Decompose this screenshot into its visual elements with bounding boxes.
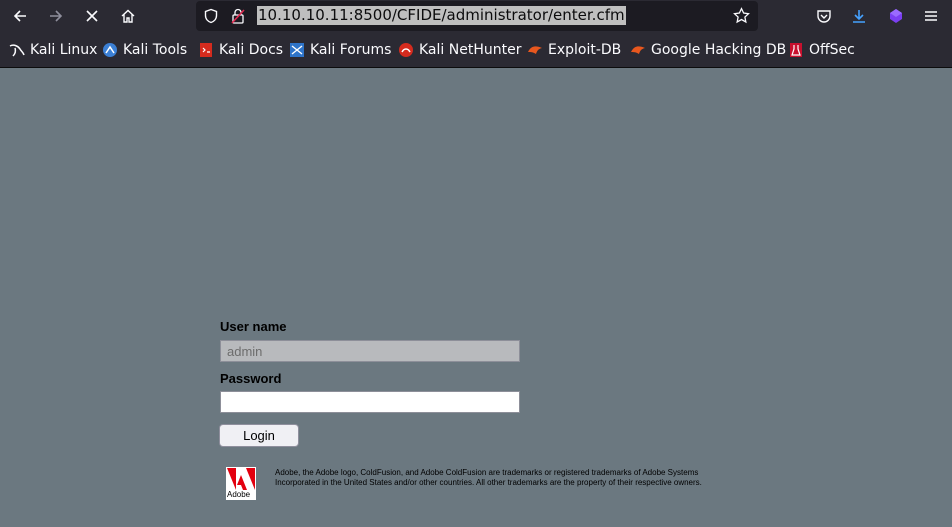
bookmark-label: OffSec xyxy=(809,42,855,58)
bookmark-kali-linux[interactable]: Kali Linux xyxy=(9,41,97,59)
bookmark-star-icon[interactable] xyxy=(733,7,750,28)
bookmark-label: Kali Linux xyxy=(30,42,98,58)
url-text[interactable]: 10.10.10.11:8500/CFIDE/administrator/ent… xyxy=(257,6,626,25)
bookmark-label: Google Hacking DB xyxy=(651,42,787,58)
bookmark-label: Exploit-DB xyxy=(548,42,622,58)
insecure-lock-icon[interactable] xyxy=(230,7,246,29)
kali-docs-icon xyxy=(198,42,214,58)
bookmark-kali-tools[interactable]: Kali Tools xyxy=(102,41,187,59)
bookmark-kali-forums[interactable]: Kali Forums xyxy=(289,41,391,59)
menu-icon[interactable] xyxy=(917,2,945,30)
bookmark-kali-nethunter[interactable]: Kali NetHunter xyxy=(398,41,521,59)
kali-forums-icon xyxy=(289,42,305,58)
tracking-protection-shield-icon[interactable] xyxy=(203,8,219,28)
stop-loading-icon[interactable] xyxy=(78,2,106,30)
browser-toolbar: 10.10.10.11:8500/CFIDE/administrator/ent… xyxy=(0,0,952,33)
home-icon[interactable] xyxy=(114,2,142,30)
adobe-logo-text: Adobe xyxy=(227,490,251,499)
username-input[interactable] xyxy=(220,340,520,362)
login-button[interactable]: Login xyxy=(219,424,299,447)
bookmark-label: Kali Forums xyxy=(310,42,392,58)
bookmarks-toolbar: Kali Linux Kali Tools Kali Docs Kali For… xyxy=(0,33,952,68)
legal-text: Adobe, the Adobe logo, ColdFusion, and A… xyxy=(275,468,702,487)
bookmark-google-hacking-db[interactable]: Google Hacking DB xyxy=(630,41,786,59)
offsec-icon xyxy=(788,42,804,58)
bookmark-label: Kali NetHunter xyxy=(419,42,522,58)
extension-icon[interactable] xyxy=(882,2,910,30)
username-label: User name xyxy=(220,319,287,334)
kali-dragon-icon xyxy=(9,42,25,58)
bookmark-offsec[interactable]: OffSec xyxy=(788,41,855,59)
forward-icon[interactable] xyxy=(42,2,70,30)
nethunter-icon xyxy=(398,42,414,58)
bookmark-exploit-db[interactable]: Exploit-DB xyxy=(527,41,621,59)
pocket-icon[interactable] xyxy=(810,2,838,30)
exploit-db-icon xyxy=(527,42,543,58)
password-input[interactable] xyxy=(220,391,520,413)
back-icon[interactable] xyxy=(6,2,34,30)
ghdb-icon xyxy=(630,42,646,58)
url-bar[interactable]: 10.10.10.11:8500/CFIDE/administrator/ent… xyxy=(196,1,758,31)
bookmark-label: Kali Tools xyxy=(123,42,188,58)
bookmark-kali-docs[interactable]: Kali Docs xyxy=(198,41,283,59)
adobe-logo: Adobe xyxy=(226,467,256,500)
downloads-icon[interactable] xyxy=(845,2,873,30)
bookmark-label: Kali Docs xyxy=(219,42,284,58)
password-label: Password xyxy=(220,371,282,386)
kali-tools-icon xyxy=(102,42,118,58)
